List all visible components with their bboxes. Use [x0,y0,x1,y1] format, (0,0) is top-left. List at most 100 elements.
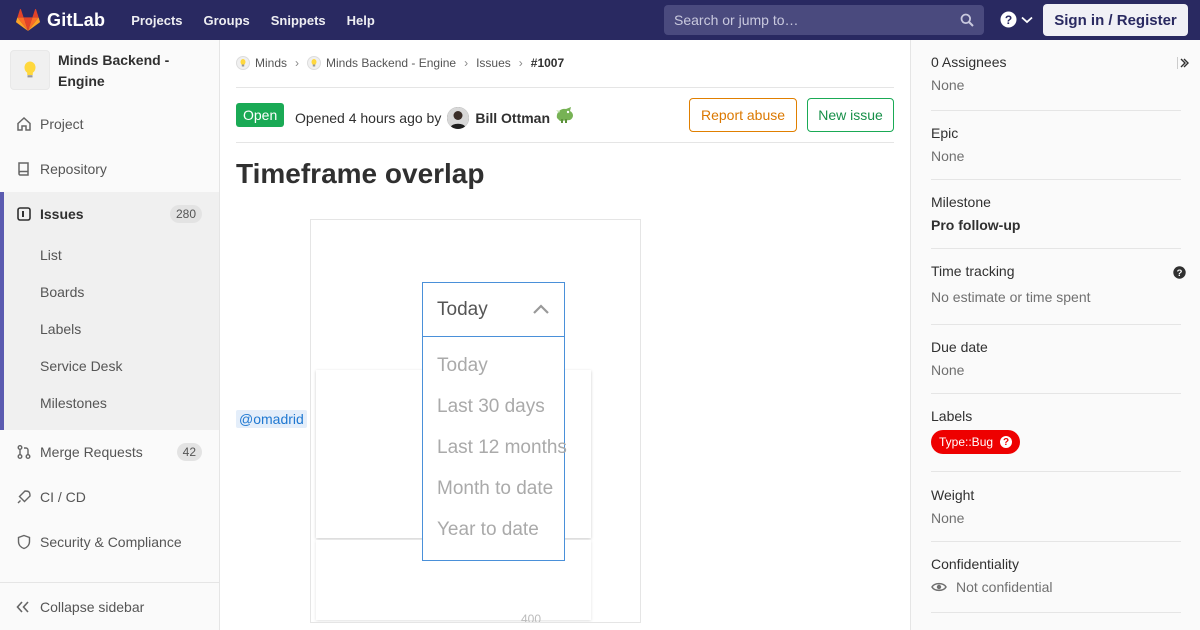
status-badge: Open [236,103,285,127]
collapse-sidebar-button[interactable]: Collapse sidebar [0,582,219,630]
top-navbar: GitLab Projects Groups Snippets Help ? S… [0,0,1200,40]
assignees-title: 0 Assignees [931,54,1007,70]
assignees-block: 0 Assignees None [931,54,1189,111]
due-date-title: Due date [931,339,988,355]
sidebar-subitem-labels[interactable]: Labels [40,321,81,337]
gitlab-tanuki-icon [16,9,40,31]
svg-text:?: ? [1177,268,1183,279]
epic-title: Epic [931,125,959,141]
search-icon [960,13,974,27]
dropdown-option: Last 30 days [437,396,545,417]
search-input[interactable] [674,12,954,28]
confidentiality-title: Confidentiality [931,556,1019,572]
issues-count-badge: 280 [169,205,202,223]
lightbulb-icon [24,61,36,78]
sidebar-item-label: Issues [40,206,84,222]
breadcrumb-issues[interactable]: Issues [476,56,511,70]
dropdown-option: Year to date [437,519,539,540]
avatar[interactable] [447,107,470,129]
author-name[interactable]: Bill Ottman [475,110,550,126]
breadcrumb-current[interactable]: #1007 [531,56,564,70]
dropdown-option: Today [437,355,488,376]
epic-value: None [931,148,965,164]
nav-groups[interactable]: Groups [204,13,250,28]
time-tracking-block: Time tracking No estimate or time spent … [931,263,1186,325]
svg-text:?: ? [1005,13,1012,27]
issue-main: Minds › Minds Backend - Engine › Issues … [236,40,894,630]
breadcrumb: Minds › Minds Backend - Engine › Issues … [236,56,564,70]
sidebar-item-merge-requests[interactable]: Merge Requests 42 [0,430,219,474]
sidebar-item-project[interactable]: Project [0,102,219,146]
sidebar-item-repository[interactable]: Repository [0,147,219,191]
merge-requests-count-badge: 42 [176,443,202,461]
chevron-right-icon: › [518,56,523,70]
divider [236,87,894,88]
project-header[interactable]: Minds Backend - Engine [10,50,198,92]
report-abuse-button[interactable]: Report abuse [689,98,797,132]
issues-icon [16,206,32,222]
question-icon: ? [1000,11,1017,28]
project-name: Minds Backend - Engine [58,52,170,89]
home-icon [16,116,32,132]
breadcrumb-group[interactable]: Minds [236,56,287,70]
search-box[interactable] [664,5,984,35]
merge-request-icon [16,444,32,460]
label-help-icon: ? [1000,436,1013,448]
chevron-up-icon [533,304,549,314]
double-chevron-left-icon [16,600,29,613]
lightbulb-icon [236,56,250,70]
dragon-emoji-icon [556,107,574,123]
right-sidebar: 0 Assignees None Epic None Milestone Pro… [910,40,1200,630]
lightbulb-icon [307,56,322,70]
help-icon[interactable]: ? [1173,266,1186,279]
dropdown-selected: Today [423,283,564,337]
dropdown-option: Last 12 months [437,437,567,458]
breadcrumb-project[interactable]: Minds Backend - Engine [307,56,456,70]
sidebar-item-security[interactable]: Security & Compliance [0,520,219,564]
nav-projects[interactable]: Projects [131,13,182,28]
help-dropdown[interactable]: ? [1000,11,1033,28]
sidebar-subitem-boards[interactable]: Boards [40,284,84,300]
milestone-block: Milestone Pro follow-up [931,194,1181,249]
rocket-icon [16,489,32,505]
time-tracking-value: No estimate or time spent [931,289,1091,305]
epic-block: Epic None [931,125,1181,180]
sidebar-item-label: Repository [40,161,107,177]
partial-axis-number: 400 [521,612,542,623]
milestone-title: Milestone [931,194,991,210]
weight-block: Weight None [931,487,1181,542]
attached-screenshot[interactable]: 400 Today Today Last 30 days Last 12 mon… [310,219,641,623]
new-issue-button[interactable]: New issue [807,98,894,132]
milestone-value[interactable]: Pro follow-up [931,217,1181,233]
shield-icon [16,534,32,550]
user-mention-link[interactable]: @omadrid [236,410,307,428]
time-tracking-title: Time tracking [931,263,1015,279]
label-badge[interactable]: Type::Bug ? [931,430,1021,454]
sign-in-button[interactable]: Sign in / Register [1043,4,1188,36]
left-sidebar: Minds Backend - Engine Project Repositor… [0,40,220,630]
weight-value: None [931,510,965,526]
sidebar-subitem-list[interactable]: List [40,247,62,263]
expand-sidebar-icon[interactable] [1177,57,1189,69]
issue-meta: Opened 4 hours ago by Bill Ottman [295,107,576,129]
weight-title: Weight [931,487,975,503]
due-date-value: None [931,362,965,378]
chevron-down-icon [1021,16,1033,23]
nav-help[interactable]: Help [347,13,375,28]
brand-name: GitLab [47,9,106,30]
labels-title: Labels [931,408,973,424]
gitlab-logo[interactable]: GitLab [16,9,105,31]
collapse-sidebar-label: Collapse sidebar [40,598,145,615]
chevron-right-icon: › [295,56,300,70]
sidebar-subitem-service-desk[interactable]: Service Desk [40,358,122,374]
sidebar-item-cicd[interactable]: CI / CD [0,475,219,519]
divider [236,142,894,143]
book-icon [16,161,32,177]
sidebar-item-issues[interactable]: Issues 280 [0,192,219,236]
chevron-right-icon: › [464,56,469,70]
nav-snippets[interactable]: Snippets [271,13,326,28]
sidebar-subitem-milestones[interactable]: Milestones [40,395,107,411]
labels-block: Labels Type::Bug ? [931,408,1181,472]
due-date-block: Due date None [931,339,1181,394]
opened-text: Opened 4 hours ago by [295,110,442,126]
